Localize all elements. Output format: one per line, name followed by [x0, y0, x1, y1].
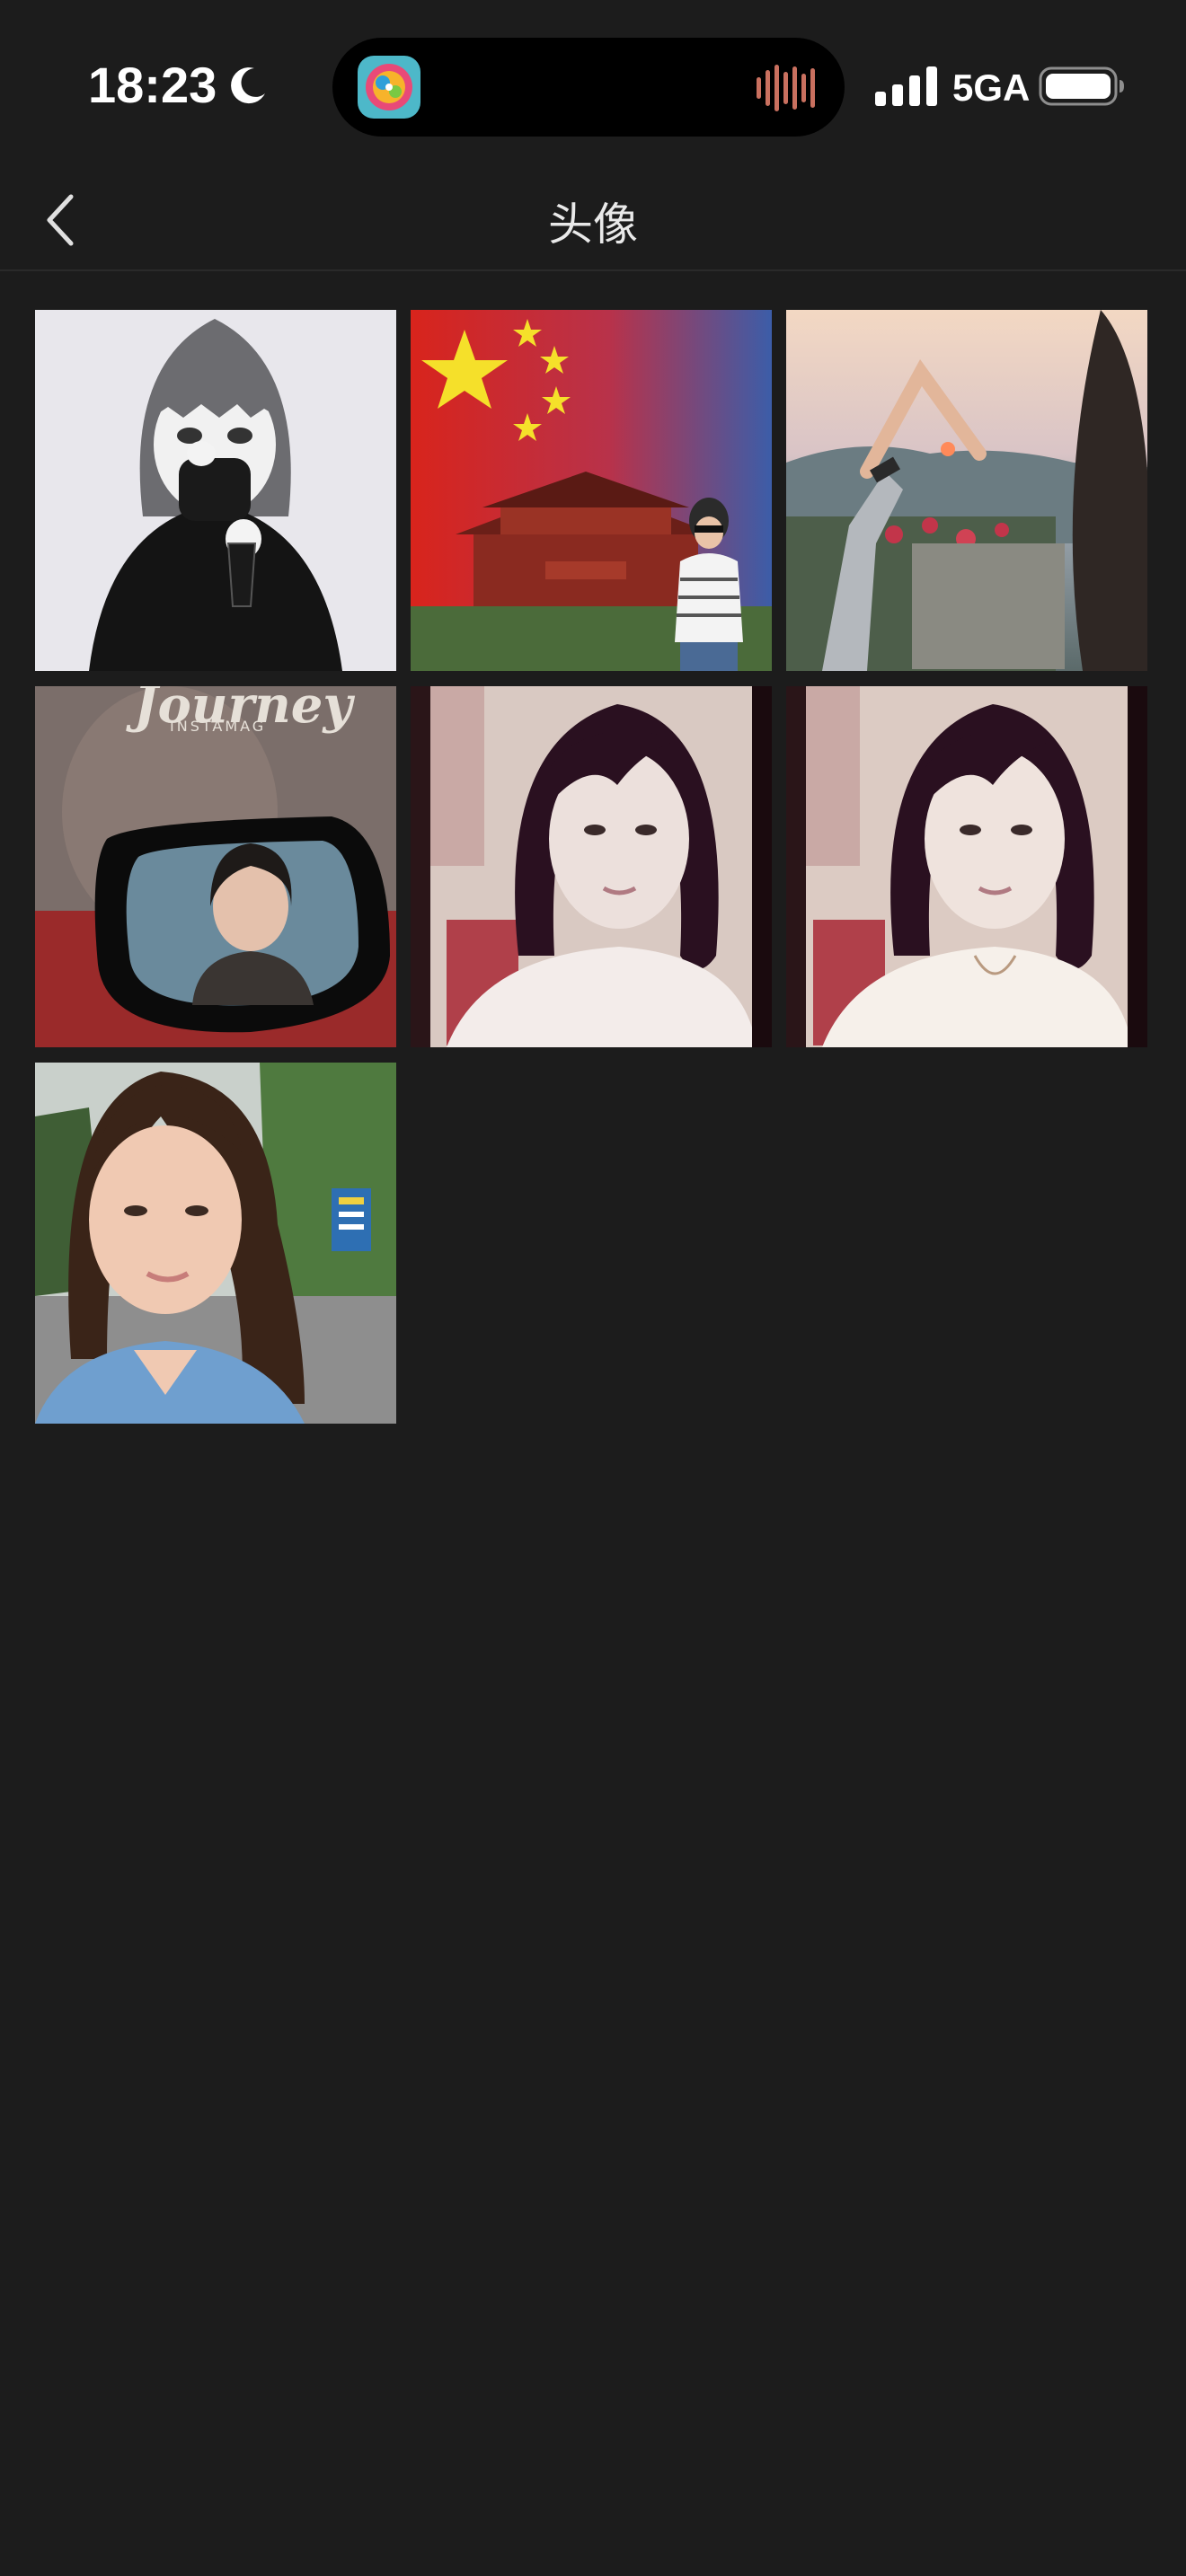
- network-type: 5GA: [952, 66, 1031, 109]
- avatar-image: [35, 310, 396, 671]
- avatar-photo-outdoor[interactable]: [35, 1063, 396, 1424]
- dynamic-island[interactable]: [332, 38, 845, 137]
- avatar-image: [35, 1063, 396, 1424]
- avatar-photo-portrait[interactable]: [411, 686, 772, 1047]
- page-title: 头像: [548, 198, 638, 251]
- status-bar: 18:23 5GA: [0, 0, 1186, 171]
- avatar-image: [411, 310, 772, 671]
- avatar-photo-flag[interactable]: [411, 310, 772, 671]
- avatar-image: [411, 686, 772, 1047]
- avatar-photo-mirror[interactable]: Journey INSTAMAG: [35, 686, 396, 1047]
- moon-icon: [231, 67, 265, 104]
- avatar-image: Journey INSTAMAG: [35, 686, 396, 1047]
- avatar-image: [786, 686, 1147, 1047]
- avatar-grid: Journey INSTAMAG: [35, 310, 1153, 1424]
- avatar-photo-portrait-2[interactable]: [786, 686, 1147, 1047]
- app-icon[interactable]: [358, 56, 420, 119]
- overlay-subtext: INSTAMAG: [170, 718, 266, 735]
- navigation-bar: 头像: [0, 171, 1186, 271]
- avatar-photo-sunset[interactable]: [786, 310, 1147, 671]
- cellular-signal-icon: [875, 66, 937, 106]
- audio-waveform-icon: [757, 65, 815, 111]
- avatar-photo-illustration[interactable]: [35, 310, 396, 671]
- avatar-image: [786, 310, 1147, 671]
- status-time: 18:23: [88, 57, 217, 113]
- battery-icon: [1039, 66, 1124, 106]
